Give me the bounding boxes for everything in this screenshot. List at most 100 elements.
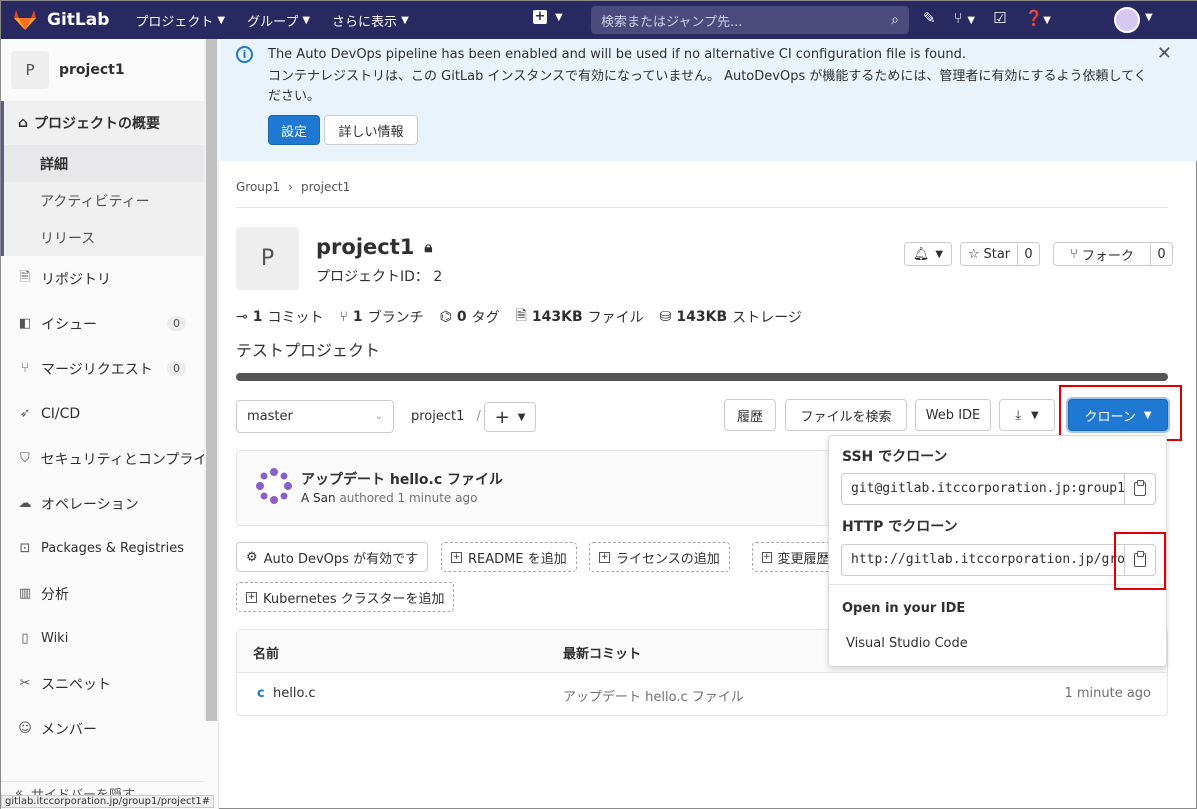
star-button[interactable]: ☆ Star — [960, 242, 1018, 266]
branch-select[interactable]: master ⌄ — [236, 400, 394, 433]
autodevops-alert: i The Auto DevOps pipeline has been enab… — [220, 39, 1197, 161]
sidebar-item-merge-requests[interactable]: ⑂ マージリクエスト 0 — [1, 346, 204, 391]
stat-commits[interactable]: ⊸ 1 コミット — [236, 305, 323, 329]
add-file-dropdown[interactable]: + ▼ — [484, 402, 536, 432]
sidebar-item-overview[interactable]: ⌂ プロジェクトの概要 — [4, 101, 204, 145]
rocket-icon: ➶ — [19, 406, 31, 421]
breadcrumb-group[interactable]: Group1 — [236, 180, 280, 194]
plus-square-icon: + — [599, 551, 610, 563]
add-readme-button[interactable]: + README を追加 — [441, 542, 577, 572]
nav-groups[interactable]: グループ ▼ — [247, 11, 310, 30]
gitlab-logo[interactable]: GitLab — [13, 9, 109, 31]
sidebar-overview-group: ⌂ プロジェクトの概要 詳細 アクティビティー リリース — [1, 101, 204, 256]
file-name-link[interactable]: hello.c — [273, 686, 315, 701]
help-icon[interactable]: ❓▼ — [1025, 9, 1051, 27]
close-icon[interactable]: ✕ — [1157, 43, 1172, 64]
nav-projects[interactable]: プロジェクト ▼ — [135, 11, 225, 30]
sidebar-item-cicd[interactable]: ➶ CI/CD — [1, 391, 204, 436]
merge-requests-icon[interactable]: ⑂ ▼ — [954, 9, 975, 27]
sidebar-subitem-activity[interactable]: アクティビティー — [4, 182, 204, 219]
file-commit-message[interactable]: アップデート hello.c ファイル — [563, 686, 744, 705]
chevron-down-icon: ▼ — [217, 14, 226, 26]
add-kubernetes-button[interactable]: + Kubernetes クラスターを追加 — [236, 582, 455, 612]
storage-label: ストレージ — [732, 310, 802, 326]
breadcrumb-project[interactable]: project1 — [301, 180, 350, 194]
add-changelog-button[interactable]: + 変更履歴 — [752, 542, 832, 572]
add-license-button[interactable]: + ライセンスの追加 — [589, 542, 730, 572]
fork-label: フォーク — [1081, 248, 1134, 264]
fork-count[interactable]: 0 — [1151, 242, 1173, 266]
star-button-group: ☆ Star 0 — [960, 242, 1040, 266]
sidebar-item-wiki[interactable]: ▯ Wiki — [1, 616, 204, 661]
commit-author[interactable]: A San — [301, 491, 336, 505]
sidebar-item-label: リポジトリ — [41, 271, 111, 288]
fork-button[interactable]: ⑂ フォーク — [1053, 242, 1151, 266]
plus-icon: + — [494, 406, 510, 428]
sidebar-item-members[interactable]: ☺ メンバー — [1, 706, 204, 751]
repo-path-root[interactable]: project1 — [411, 409, 464, 424]
new-item-dropdown[interactable]: + ▼ — [533, 10, 563, 24]
home-icon: ⌂ — [18, 115, 29, 131]
book-icon: ▯ — [21, 631, 29, 646]
autodevops-enabled-button[interactable]: ⚙ Auto DevOps が有効です — [236, 542, 429, 572]
user-avatar[interactable] — [1114, 7, 1140, 33]
stat-branches[interactable]: ⑂ 1 ブランチ — [339, 305, 423, 329]
sidebar-item-label: イシュー — [41, 316, 97, 333]
sidebar-item-security[interactable]: ⛉ セキュリティとコンプライ — [1, 436, 204, 481]
sidebar-item-issues[interactable]: ◧ イシュー 0 — [1, 301, 204, 346]
sidebar-item-repository[interactable]: 🗎 リポジトリ — [1, 256, 204, 301]
browser-status-url: gitlab.itccorporation.jp/group1/project1… — [1, 795, 215, 808]
find-file-button[interactable]: ファイルを検索 — [785, 399, 907, 431]
ssh-url-input[interactable]: git@gitlab.itccorporation.jp:group1/proj… — [841, 473, 1125, 505]
sidebar-item-label: CI/CD — [41, 405, 81, 422]
merge-request-icon: ⑂ — [21, 361, 29, 376]
fork-button-group: ⑂ フォーク 0 — [1053, 242, 1173, 266]
sidebar-item-operations[interactable]: ☁ オペレーション — [1, 481, 204, 526]
star-count[interactable]: 0 — [1018, 242, 1040, 266]
tag-icon: ⌬ — [439, 309, 452, 325]
sidebar-item-packages[interactable]: ⊡ Packages & Registries — [1, 526, 204, 571]
storage-icon: ⛁ — [659, 309, 672, 325]
lock-icon: 🔒︎ — [424, 238, 433, 256]
stat-tags[interactable]: ⌬ 0 タグ — [440, 305, 500, 329]
todo-edit-icon[interactable]: ✎ — [923, 9, 936, 27]
highlight-box-clone — [1059, 385, 1182, 441]
sidebar: P project1 ⌂ プロジェクトの概要 詳細 アクティビティー リリース … — [1, 39, 219, 809]
todos-check-icon[interactable]: ☑ — [993, 9, 1006, 27]
more-info-button[interactable]: 詳しい情報 — [324, 115, 418, 145]
download-dropdown[interactable]: ⤓ ▼ — [999, 399, 1055, 431]
ide-option-vscode[interactable]: Visual Studio Code — [846, 636, 968, 651]
search-icon: ⌕ — [891, 12, 899, 28]
sidebar-subitem-details[interactable]: 詳細 — [4, 145, 204, 182]
divider — [236, 207, 1168, 208]
search-input[interactable]: 検索またはジャンプ先... ⌕ — [591, 6, 909, 34]
nav-more[interactable]: さらに表示 ▼ — [332, 11, 409, 30]
stat-storage[interactable]: ⛁ 143KB ストレージ — [660, 305, 802, 329]
sidebar-project-header[interactable]: P project1 — [1, 39, 218, 101]
nav-groups-label: グループ — [247, 14, 299, 30]
notification-dropdown[interactable]: 🔔︎ ▼ — [904, 242, 952, 266]
sidebar-item-snippets[interactable]: ✂ スニペット — [1, 661, 204, 706]
web-ide-button[interactable]: Web IDE — [915, 399, 991, 431]
project-id: プロジェクトID： 2 — [316, 269, 443, 285]
copy-ssh-button[interactable] — [1124, 473, 1156, 505]
http-url-input[interactable]: http://gitlab.itccorporation.jp/group1/p… — [841, 544, 1125, 576]
main-content: i The Auto DevOps pipeline has been enab… — [220, 39, 1197, 809]
sidebar-subitem-releases[interactable]: リリース — [4, 219, 204, 256]
top-icons: ✎ ⑂ ▼ ☑ ❓▼ — [923, 9, 1051, 27]
package-icon: ⊡ — [19, 541, 31, 556]
clipboard-icon — [1134, 480, 1146, 496]
branch-name: master — [247, 409, 293, 424]
sidebar-scrollbar-thumb[interactable] — [206, 39, 217, 721]
commit-title[interactable]: アップデート hello.c ファイル — [301, 469, 503, 489]
http-clone-label: HTTP でクローン — [842, 519, 958, 535]
sidebar-item-analytics[interactable]: ▥ 分析 — [1, 571, 204, 616]
stat-files[interactable]: 🗎 143KB ファイル — [516, 305, 644, 329]
cloud-gear-icon: ☁ — [18, 496, 32, 511]
star-icon: ☆ — [967, 246, 980, 262]
settings-button[interactable]: 設定 — [268, 115, 320, 145]
chevron-down-icon[interactable]: ▼ — [1145, 12, 1153, 23]
commit-author-avatar[interactable] — [255, 467, 293, 505]
history-button[interactable]: 履歴 — [724, 399, 776, 431]
project-name: project1 — [316, 235, 415, 259]
